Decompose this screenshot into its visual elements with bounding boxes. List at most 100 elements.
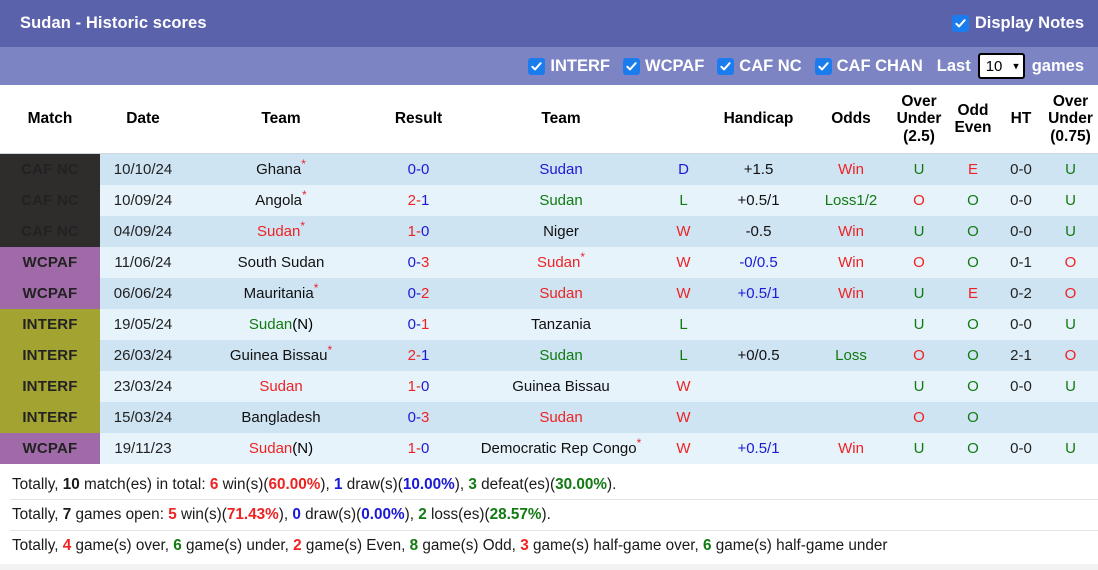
match-result[interactable]: 0-1 bbox=[376, 309, 461, 341]
match-date: 23/03/24 bbox=[100, 371, 186, 403]
match-date: 11/06/24 bbox=[100, 247, 186, 279]
match-result[interactable]: 2-1 bbox=[376, 185, 461, 217]
th-over-under-25[interactable]: Over Under (2.5) bbox=[891, 85, 947, 155]
display-notes-toggle[interactable]: Display Notes bbox=[952, 14, 1084, 33]
summary-segment: 7 bbox=[62, 506, 72, 524]
th-ht[interactable]: HT bbox=[999, 85, 1043, 155]
filter-wcpaf[interactable]: WCPAF bbox=[624, 57, 704, 76]
summary-segment: ), bbox=[454, 476, 469, 494]
match-result[interactable]: 0-2 bbox=[376, 278, 461, 310]
half-time-score: 0-0 bbox=[999, 153, 1043, 186]
match-result[interactable]: 1-0 bbox=[376, 371, 461, 403]
th-result[interactable]: Result bbox=[376, 85, 461, 155]
away-score: 3 bbox=[421, 254, 430, 272]
competition-badge[interactable]: INTERF bbox=[0, 340, 100, 372]
competition-badge[interactable]: INTERF bbox=[0, 402, 100, 434]
table-row[interactable]: WCPAF 19/11/23 Sudan(N) 1-0 Democratic Rep C… bbox=[0, 433, 1098, 465]
away-team[interactable]: Guinea Bissau bbox=[461, 371, 661, 403]
wcpaf-checkbox[interactable] bbox=[624, 58, 640, 74]
display-notes-checkbox[interactable] bbox=[952, 16, 968, 31]
away-team[interactable]: Democratic Rep Congo* bbox=[461, 433, 661, 465]
competition-badge[interactable]: CAF NC bbox=[0, 216, 100, 248]
handicap-value: -0.5 bbox=[706, 216, 811, 248]
competition-badge[interactable]: INTERF bbox=[0, 309, 100, 341]
th-over-under-075[interactable]: Over Under (0.75) bbox=[1043, 85, 1098, 155]
caf-chan-checkbox[interactable] bbox=[815, 58, 831, 74]
filter-caf-nc[interactable]: CAF NC bbox=[718, 57, 802, 76]
th-date[interactable]: Date bbox=[100, 85, 186, 155]
away-team[interactable]: Tanzania bbox=[461, 309, 661, 341]
home-team[interactable]: Sudan(N) bbox=[186, 309, 376, 341]
odd-even: O bbox=[947, 371, 999, 403]
home-team[interactable]: Ghana* bbox=[186, 153, 376, 186]
match-date: 15/03/24 bbox=[100, 402, 186, 434]
home-team[interactable]: Guinea Bissau* bbox=[186, 340, 376, 372]
match-result[interactable]: 1-0 bbox=[376, 216, 461, 248]
th-odd-even[interactable]: Odd Even bbox=[947, 85, 999, 155]
handicap-value: -0/0.5 bbox=[706, 247, 811, 279]
table-row[interactable]: WCPAF 06/06/24 Mauritania* 0-2 Sudan W +0.5/1 W… bbox=[0, 278, 1098, 310]
competition-badge[interactable]: WCPAF bbox=[0, 247, 100, 279]
asterisk-icon: * bbox=[580, 250, 586, 265]
home-team[interactable]: South Sudan bbox=[186, 247, 376, 279]
home-team[interactable]: Sudan bbox=[186, 371, 376, 403]
competition-badge[interactable]: CAF NC bbox=[0, 185, 100, 217]
win-draw-loss: L bbox=[661, 185, 706, 217]
half-time-score: 0-0 bbox=[999, 371, 1043, 403]
away-score: 1 bbox=[421, 192, 430, 210]
away-team[interactable]: Sudan* bbox=[461, 247, 661, 279]
table-row[interactable]: INTERF 26/03/24 Guinea Bissau* 2-1 Sudan L +0/… bbox=[0, 340, 1098, 372]
home-team[interactable]: Sudan* bbox=[186, 216, 376, 248]
filter-bar: INTERF WCPAF CAF NC CAF CHAN Last 102030… bbox=[0, 47, 1098, 85]
filter-interf[interactable]: INTERF bbox=[529, 57, 610, 76]
competition-badge[interactable]: CAF NC bbox=[0, 153, 100, 186]
table-row[interactable]: INTERF 15/03/24 Bangladesh 0-3 Sudan W O O bbox=[0, 402, 1098, 434]
page-title: Sudan - Historic scores bbox=[20, 14, 207, 32]
handicap-value: +0.5/1 bbox=[706, 278, 811, 310]
th-match[interactable]: Match bbox=[0, 85, 100, 155]
away-team[interactable]: Sudan bbox=[461, 340, 661, 372]
away-team[interactable]: Sudan bbox=[461, 185, 661, 217]
away-team[interactable]: Sudan bbox=[461, 153, 661, 186]
home-team[interactable]: Mauritania* bbox=[186, 278, 376, 310]
summary-segment: loss(es)( bbox=[426, 506, 490, 524]
th-team-home[interactable]: Team bbox=[186, 85, 376, 155]
th-odds[interactable]: Odds bbox=[811, 85, 891, 155]
caf-nc-checkbox[interactable] bbox=[718, 58, 734, 74]
games-label: games bbox=[1031, 56, 1084, 75]
match-result[interactable]: 0-0 bbox=[376, 153, 461, 186]
match-result[interactable]: 0-3 bbox=[376, 402, 461, 434]
filter-caf-chan[interactable]: CAF CHAN bbox=[815, 57, 923, 76]
summary-segment: 5 bbox=[168, 506, 177, 524]
away-team[interactable]: Sudan bbox=[461, 402, 661, 434]
table-row[interactable]: INTERF 23/03/24 Sudan 1-0 Guinea Bissau W U O 0-… bbox=[0, 371, 1098, 403]
last-games-select[interactable]: 10203050 bbox=[977, 53, 1025, 79]
table-row[interactable]: CAF NC 10/09/24 Angola* 2-1 Sudan L +0.5/1 Loss… bbox=[0, 185, 1098, 217]
team-name: Niger bbox=[543, 223, 579, 241]
table-row[interactable]: WCPAF 11/06/24 South Sudan 0-3 Sudan* W -0/0.5… bbox=[0, 247, 1098, 279]
last-games-select-wrap[interactable]: 10203050 ▾ bbox=[977, 53, 1025, 79]
match-result[interactable]: 2-1 bbox=[376, 340, 461, 372]
table-row[interactable]: CAF NC 10/10/24 Ghana* 0-0 Sudan D +1.5 Win U E 0-… bbox=[0, 153, 1098, 186]
match-result[interactable]: 1-0 bbox=[376, 433, 461, 465]
over-under-25: U bbox=[891, 153, 947, 186]
interf-checkbox[interactable] bbox=[529, 58, 545, 74]
team-name: Sudan bbox=[539, 192, 583, 210]
team-name: South Sudan bbox=[237, 254, 325, 272]
table-row[interactable]: CAF NC 04/09/24 Sudan* 1-0 Niger W -0.5 Win U O 0-… bbox=[0, 216, 1098, 248]
competition-badge[interactable]: INTERF bbox=[0, 371, 100, 403]
home-team[interactable]: Sudan(N) bbox=[186, 433, 376, 465]
match-date: 19/05/24 bbox=[100, 309, 186, 341]
home-team[interactable]: Bangladesh bbox=[186, 402, 376, 434]
table-row[interactable]: INTERF 19/05/24 Sudan(N) 0-1 Tanzania L U O 0-0 U bbox=[0, 309, 1098, 341]
th-even: Even bbox=[954, 119, 992, 137]
competition-badge[interactable]: WCPAF bbox=[0, 278, 100, 310]
competition-badge[interactable]: WCPAF bbox=[0, 433, 100, 465]
match-result[interactable]: 0-3 bbox=[376, 247, 461, 279]
away-team[interactable]: Sudan bbox=[461, 278, 661, 310]
away-team[interactable]: Niger bbox=[461, 216, 661, 248]
th-handicap[interactable]: Handicap bbox=[706, 85, 811, 155]
th-team-away[interactable]: Team bbox=[461, 85, 661, 155]
home-team[interactable]: Angola* bbox=[186, 185, 376, 217]
team-name: Sudan bbox=[256, 223, 301, 241]
